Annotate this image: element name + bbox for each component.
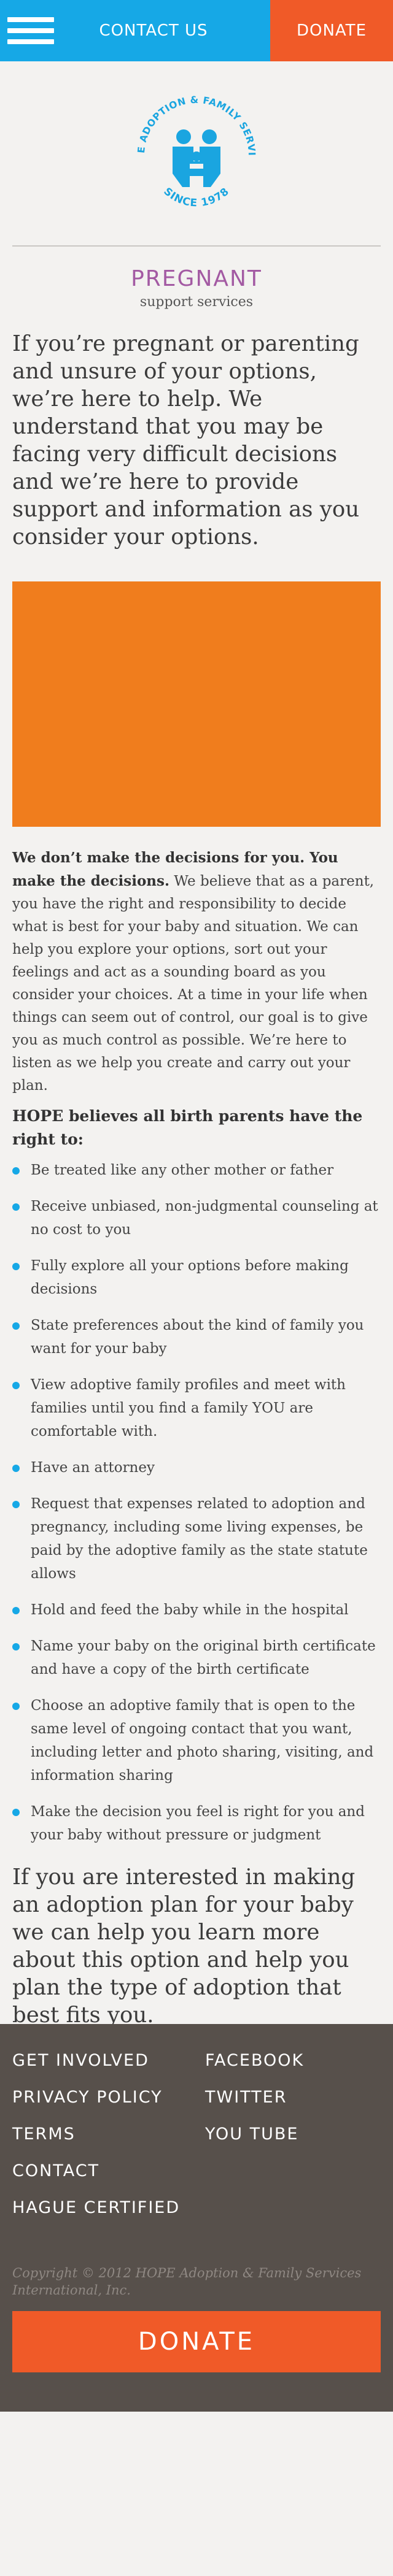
donate-button-top[interactable]: DONATE — [270, 0, 393, 61]
list-item-text: Make the decision you feel is right for … — [31, 1804, 365, 1843]
menu-line — [7, 17, 54, 22]
list-item-text: Have an attorney — [31, 1460, 155, 1476]
footer-link-contact[interactable]: CONTACT — [12, 2153, 205, 2190]
list-item-text: Receive unbiased, non-judgmental counsel… — [31, 1198, 378, 1238]
footer-link-twitter[interactable]: TWITTER — [205, 2079, 381, 2116]
rights-list: Be treated like any other mother or fath… — [0, 1151, 393, 1847]
bullet-icon — [12, 1643, 20, 1650]
menu-line — [7, 39, 54, 44]
logo-since-text: SINCE 1978 — [161, 185, 232, 209]
page-title: PREGNANT — [131, 266, 262, 291]
list-item: Request that expenses related to adoptio… — [12, 1492, 381, 1585]
bullet-icon — [12, 1382, 20, 1389]
intro-paragraph: If you’re pregnant or parenting and unsu… — [12, 331, 360, 550]
video-player[interactable] — [12, 581, 381, 827]
list-item: Hold and feed the baby while in the hosp… — [12, 1598, 381, 1622]
body-rest-text: We believe that as a parent, you have th… — [12, 873, 375, 1094]
donate-button-bottom[interactable]: DONATE — [12, 2311, 381, 2372]
list-item: Have an attorney — [12, 1456, 381, 1479]
rights-heading: HOPE believes all birth parents have the… — [12, 1107, 363, 1148]
footer-link-hague-certified[interactable]: HAGUE CERTIFIED — [12, 2190, 205, 2226]
page-heading: PREGNANT support services — [0, 247, 393, 312]
footer-links: GET INVOLVED FACEBOOK PRIVACY POLICY TWI… — [12, 2042, 381, 2226]
list-item-text: Name your baby on the original birth cer… — [31, 1638, 376, 1677]
logo-area: HOPE ADOPTION & FAMILY SERVICES SINCE 19… — [0, 61, 393, 245]
logo-arc-text: HOPE ADOPTION & FAMILY SERVICES — [126, 83, 257, 156]
bullet-icon — [12, 1322, 20, 1330]
bullet-icon — [12, 1703, 20, 1710]
list-item-text: Fully explore all your options before ma… — [31, 1258, 349, 1297]
top-nav-bar: CONTACT US DONATE — [0, 0, 393, 61]
footer-link-spacer — [205, 2190, 381, 2226]
footer-link-facebook[interactable]: FACEBOOK — [205, 2042, 381, 2079]
list-item: Receive unbiased, non-judgmental counsel… — [12, 1195, 381, 1241]
footer-link-terms[interactable]: TERMS — [12, 2116, 205, 2153]
list-item: State preferences about the kind of fami… — [12, 1314, 381, 1360]
list-item: Choose an adoptive family that is open t… — [12, 1694, 381, 1787]
bullet-icon — [12, 1809, 20, 1816]
copyright-text: Copyright © 2012 HOPE Adoption & Family … — [12, 2266, 362, 2298]
main-content: PREGNANT support services If you’re preg… — [0, 247, 393, 2029]
footer-link-privacy-policy[interactable]: PRIVACY POLICY — [12, 2079, 205, 2116]
contact-us-link[interactable]: CONTACT US — [61, 0, 270, 61]
bullet-icon — [12, 1263, 20, 1270]
hope-logo[interactable]: HOPE ADOPTION & FAMILY SERVICES SINCE 19… — [126, 83, 267, 224]
bullet-icon — [12, 1465, 20, 1472]
footer-link-youtube[interactable]: YOU TUBE — [205, 2116, 381, 2153]
list-item: Make the decision you feel is right for … — [12, 1800, 381, 1847]
hamburger-menu-icon[interactable] — [0, 0, 61, 61]
closing-paragraph: If you are interested in making an adopt… — [12, 1865, 356, 2028]
bullet-icon — [12, 1167, 20, 1175]
site-footer: GET INVOLVED FACEBOOK PRIVACY POLICY TWI… — [0, 2024, 393, 2412]
menu-line — [7, 28, 54, 33]
list-item-text: Choose an adoptive family that is open t… — [31, 1698, 374, 1784]
list-item-text: State preferences about the kind of fami… — [31, 1317, 364, 1357]
bullet-icon — [12, 1607, 20, 1614]
list-item: Be treated like any other mother or fath… — [12, 1159, 381, 1182]
footer-link-spacer — [205, 2153, 381, 2190]
list-item: Fully explore all your options before ma… — [12, 1254, 381, 1301]
list-item-text: View adoptive family profiles and meet w… — [31, 1377, 346, 1439]
list-item-text: Hold and feed the baby while in the hosp… — [31, 1602, 349, 1618]
list-item-text: Be treated like any other mother or fath… — [31, 1162, 334, 1178]
page-subtitle: support services — [139, 294, 254, 310]
bullet-icon — [12, 1501, 20, 1508]
list-item: View adoptive family profiles and meet w… — [12, 1373, 381, 1443]
logo-family-figure — [173, 129, 220, 187]
footer-link-get-involved[interactable]: GET INVOLVED — [12, 2042, 205, 2079]
bullet-icon — [12, 1203, 20, 1211]
body-paragraph: We don’t make the decisions for you. You… — [0, 827, 393, 1097]
list-item: Name your baby on the original birth cer… — [12, 1635, 381, 1681]
list-item-text: Request that expenses related to adoptio… — [31, 1496, 368, 1582]
